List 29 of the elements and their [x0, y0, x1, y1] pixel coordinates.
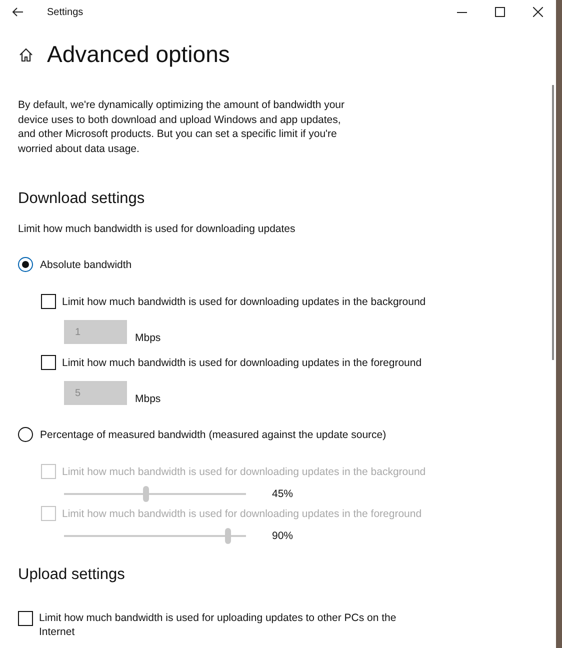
slider[interactable] [64, 528, 246, 544]
checkbox[interactable] [41, 294, 56, 309]
checkbox[interactable] [18, 611, 33, 626]
radio-label: Percentage of measured bandwidth (measured against the update source) [40, 428, 386, 440]
slider-value: 45% [272, 488, 294, 500]
home-icon[interactable] [19, 48, 33, 62]
unit-label: Mbps [135, 332, 161, 344]
checkbox-label: Limit how much bandwidth is used for downloading updates in the background [62, 466, 426, 478]
checkbox-label: Limit how much bandwidth is used for downloading updates in the background [62, 296, 426, 308]
checkbox-label: Limit how much bandwidth is used for downloading updates in the foreground [62, 356, 422, 368]
section-heading: Upload settings [18, 566, 126, 584]
checkbox[interactable] [41, 355, 56, 370]
radio-label: Absolute bandwidth [40, 258, 132, 270]
window-title: Settings [47, 6, 84, 18]
unit-label: Mbps [135, 393, 161, 405]
checkbox-label: Limit how much bandwidth is used for uploading updates to other PCs on the Internet [39, 611, 398, 639]
radio-button[interactable] [18, 427, 33, 442]
close-icon[interactable] [533, 7, 543, 17]
intro-paragraph: By default, we're dynamically optimizing the amount of bandwidth your device uses to both download and upload Windows and app updates, and other Microsoft products. But you can set a specific limit if you're worried about data usage. [18, 98, 346, 156]
page-title: Advanced options [47, 41, 230, 68]
section-heading: Download settings [18, 190, 146, 208]
slider[interactable] [64, 486, 246, 502]
section-description: Limit how much bandwidth is used for downloading updates [18, 223, 296, 235]
checkbox-label: Limit how much bandwidth is used for downloading updates in the foreground [62, 508, 422, 520]
slider-value: 90% [272, 530, 294, 542]
scrollbar[interactable] [552, 85, 554, 360]
back-icon[interactable] [12, 7, 24, 17]
radio-button[interactable] [18, 257, 33, 272]
maximize-icon[interactable] [495, 7, 505, 17]
